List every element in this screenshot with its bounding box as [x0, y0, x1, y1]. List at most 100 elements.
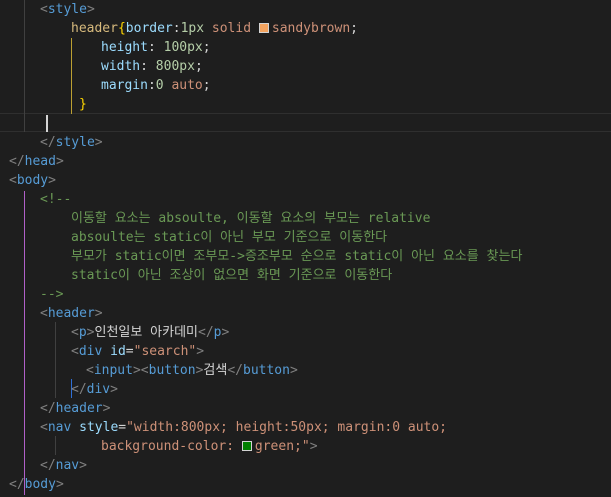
current-line-highlight	[0, 113, 611, 132]
code-token: header	[71, 21, 118, 36]
indent-guide-active	[24, 191, 25, 495]
color-swatch-icon[interactable]	[241, 441, 252, 451]
code-token: div	[78, 344, 103, 359]
code-token: </	[9, 154, 25, 169]
code-token: -->	[40, 287, 64, 302]
code-token: >	[221, 325, 230, 340]
code-token: 인천일보 아카데미	[94, 325, 198, 340]
code-line[interactable]: <div id="search">	[71, 342, 204, 361]
code-token: style	[55, 135, 95, 150]
code-token: green;"	[254, 439, 310, 454]
code-token: ;	[202, 78, 211, 93]
code-token: :	[147, 78, 156, 93]
code-token: border	[125, 21, 173, 36]
code-token: 검색	[203, 363, 228, 378]
code-token: button	[148, 363, 196, 378]
code-token: ;	[202, 40, 211, 55]
code-token: >	[196, 344, 205, 359]
code-token: >	[309, 439, 318, 454]
code-token: header	[55, 401, 103, 416]
code-line[interactable]: height: 100px;	[101, 38, 211, 57]
code-token: </	[40, 458, 56, 473]
code-token: </	[40, 401, 56, 416]
code-line[interactable]: </nav>	[40, 456, 87, 475]
code-token: 100px	[163, 40, 203, 55]
color-swatch-icon[interactable]	[258, 23, 269, 33]
code-token: <	[86, 363, 94, 378]
code-token: }	[79, 97, 87, 112]
code-line[interactable]: background-color: green;">	[101, 437, 318, 456]
code-token: 1px	[180, 21, 205, 36]
code-token: >	[86, 2, 95, 17]
code-token: </	[198, 325, 214, 340]
code-token: sandybrown	[271, 21, 351, 36]
code-line[interactable]: static이 아닌 조상이 없으면 화면 기준으로 이동한다	[71, 266, 392, 285]
code-editor[interactable]: <style> header{border:1px solid sandybro…	[0, 0, 611, 497]
code-token: head	[24, 154, 56, 169]
code-token: >	[102, 401, 111, 416]
text-cursor	[46, 115, 48, 132]
code-token: <!--	[40, 192, 72, 207]
code-token: <	[40, 306, 48, 321]
code-token: "search"	[133, 344, 197, 359]
code-token: body	[24, 477, 56, 492]
indent-guide	[24, 0, 25, 132]
code-line[interactable]: </header>	[40, 399, 110, 418]
code-token: style	[79, 420, 119, 435]
code-line[interactable]: 부모가 static이면 조부모->증조부모 순으로 static이 아닌 요소…	[71, 247, 522, 266]
code-token: >	[132, 363, 141, 378]
code-token: 부모가 static이면 조부모->증조부모 순으로 static이 아닌 요소…	[71, 249, 523, 264]
code-token: id	[110, 344, 126, 359]
code-token: auto	[171, 78, 203, 93]
code-token: 이동할 요소는 absoulte, 이동할 요소의 부모는 relative	[71, 211, 431, 226]
code-line[interactable]: </style>	[40, 133, 103, 152]
code-token: 800px	[155, 59, 195, 74]
code-token: <	[9, 173, 17, 188]
code-token: </	[9, 477, 25, 492]
code-line[interactable]: -->	[40, 285, 63, 304]
code-token: =	[118, 420, 127, 435]
code-line[interactable]: <nav style="width:800px; height:50px; ma…	[40, 418, 447, 437]
code-line[interactable]: <header>	[40, 304, 103, 323]
code-token: >	[94, 135, 103, 150]
code-token: >	[110, 382, 118, 397]
code-token: static이 아닌 조상이 없으면 화면 기준으로 이동한다	[71, 268, 393, 283]
code-token: :	[147, 40, 164, 55]
code-token: body	[16, 173, 49, 188]
code-token: style	[47, 2, 87, 17]
indent-guide	[55, 436, 56, 455]
indent-guide	[55, 322, 56, 398]
code-line[interactable]: <style>	[40, 0, 95, 19]
code-line[interactable]: </body>	[9, 475, 64, 494]
code-line[interactable]: <p>인천일보 아카데미</p>	[71, 323, 229, 342]
code-token: >	[289, 363, 298, 378]
code-line[interactable]: margin:0 auto;	[101, 76, 211, 95]
code-token: >	[79, 458, 87, 473]
code-line[interactable]: <body>	[9, 171, 56, 190]
code-line[interactable]: absoulte는 static이 아닌 부모 기준으로 이동한다	[71, 228, 387, 247]
code-line[interactable]: 이동할 요소는 absoulte, 이동할 요소의 부모는 relative	[71, 209, 430, 228]
code-token: button	[243, 363, 290, 378]
code-token: {	[117, 21, 126, 36]
code-line[interactable]: </head>	[9, 152, 64, 171]
code-token: 0	[155, 78, 164, 93]
code-token: <	[140, 363, 149, 378]
code-line[interactable]: header{border:1px solid sandybrown;	[71, 19, 358, 38]
code-token: </	[40, 135, 56, 150]
code-token: input	[93, 363, 133, 378]
code-token: >	[48, 173, 56, 188]
code-token: <	[40, 420, 48, 435]
code-token: nav	[47, 420, 72, 435]
indent-guide-active	[71, 38, 72, 114]
code-token: background-color:	[101, 439, 242, 454]
code-token: width	[101, 59, 141, 74]
code-line[interactable]: </div>	[71, 380, 118, 399]
code-line[interactable]: width: 800px;	[101, 57, 203, 76]
code-token: nav	[55, 458, 80, 473]
code-token: </	[227, 363, 243, 378]
code-line[interactable]: }	[79, 95, 87, 114]
code-token: :	[140, 59, 156, 74]
code-line[interactable]: <input><button>검색</button>	[86, 361, 298, 380]
code-line[interactable]: <!--	[40, 190, 71, 209]
